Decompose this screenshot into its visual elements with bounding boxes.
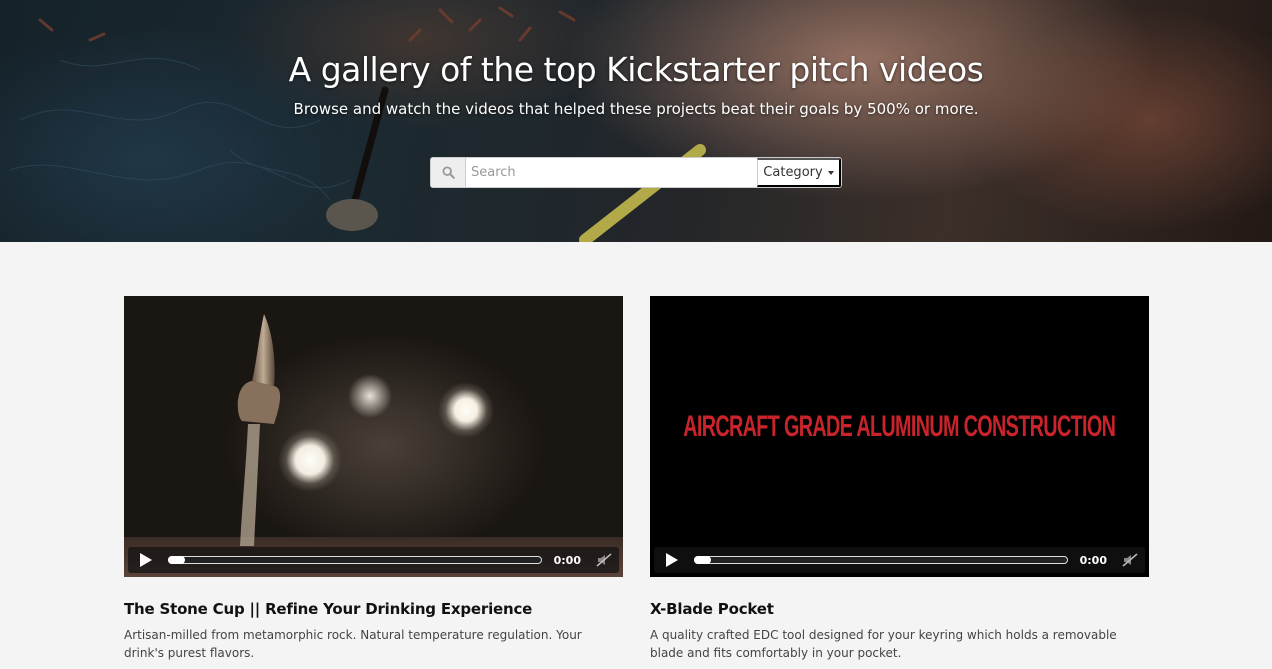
video-progress-bar[interactable] bbox=[694, 547, 1068, 573]
video-time: 0:00 bbox=[553, 553, 581, 567]
category-dropdown-button[interactable]: Category bbox=[757, 158, 841, 187]
mute-button[interactable] bbox=[591, 547, 617, 573]
progress-track bbox=[168, 556, 542, 564]
volume-muted-icon bbox=[596, 553, 612, 567]
play-button[interactable] bbox=[128, 547, 164, 573]
page-title: A gallery of the top Kickstarter pitch v… bbox=[288, 50, 984, 89]
caret-down-icon bbox=[827, 170, 834, 175]
video-time: 0:00 bbox=[1079, 553, 1107, 567]
video-title[interactable]: X-Blade Pocket bbox=[650, 600, 1149, 618]
video-controls: 0:00 bbox=[654, 547, 1145, 573]
video-frame-faucet bbox=[237, 314, 281, 546]
page-subtitle: Browse and watch the videos that helped … bbox=[293, 100, 979, 118]
play-icon bbox=[140, 553, 152, 567]
category-label: Category bbox=[763, 165, 823, 180]
hero-content: A gallery of the top Kickstarter pitch v… bbox=[0, 0, 1272, 118]
video-description: Artisan-milled from metamorphic rock. Na… bbox=[124, 628, 582, 660]
video-gallery: 0:00 The Stone Cup || Refine Your Drinki… bbox=[124, 296, 1150, 662]
progress-track bbox=[694, 556, 1068, 564]
video-overlay-text: AIRCRAFT GRADE ALUMINUM CONSTRUCTION bbox=[683, 409, 1117, 443]
play-icon bbox=[666, 553, 678, 567]
video-card: 0:00 The Stone Cup || Refine Your Drinki… bbox=[124, 296, 623, 662]
volume-muted-icon bbox=[1122, 553, 1138, 567]
search-bar: Category bbox=[430, 157, 842, 188]
video-player[interactable]: 0:00 bbox=[124, 296, 623, 577]
video-card: AIRCRAFT GRADE ALUMINUM CONSTRUCTION 0:0… bbox=[650, 296, 1149, 662]
video-description: A quality crafted EDC tool designed for … bbox=[650, 628, 1117, 660]
search-icon bbox=[431, 158, 466, 187]
video-title[interactable]: The Stone Cup || Refine Your Drinking Ex… bbox=[124, 600, 623, 618]
play-button[interactable] bbox=[654, 547, 690, 573]
progress-handle[interactable] bbox=[694, 556, 711, 564]
search-input[interactable] bbox=[466, 158, 757, 187]
hero-banner: A gallery of the top Kickstarter pitch v… bbox=[0, 0, 1272, 242]
video-player[interactable]: AIRCRAFT GRADE ALUMINUM CONSTRUCTION 0:0… bbox=[650, 296, 1149, 577]
mute-button[interactable] bbox=[1117, 547, 1143, 573]
progress-handle[interactable] bbox=[168, 556, 185, 564]
video-controls: 0:00 bbox=[128, 547, 619, 573]
video-progress-bar[interactable] bbox=[168, 547, 542, 573]
